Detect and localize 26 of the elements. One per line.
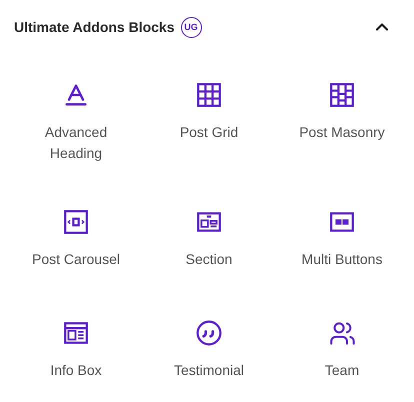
block-label: Advanced Heading xyxy=(44,123,108,163)
people-group-icon xyxy=(328,320,356,346)
carousel-icon xyxy=(63,209,89,235)
block-label: Team xyxy=(324,361,360,380)
block-item[interactable]: Testimonial xyxy=(146,316,272,402)
grid-icon xyxy=(196,82,222,108)
block-label: Testimonial xyxy=(172,361,246,380)
quote-icon xyxy=(196,320,222,346)
block-item[interactable]: Section xyxy=(146,205,272,316)
block-label: Info Box xyxy=(49,361,103,380)
block-item[interactable]: Info Box xyxy=(6,316,146,402)
block-label: Section xyxy=(184,250,234,269)
brand-badge: UG xyxy=(180,16,202,38)
block-label: Post Masonry xyxy=(298,123,386,142)
block-item[interactable]: Post Carousel xyxy=(6,205,146,316)
block-item[interactable]: Post Grid xyxy=(146,78,272,205)
block-item[interactable]: Multi Buttons xyxy=(272,205,412,316)
block-label: Multi Buttons xyxy=(300,250,384,269)
panel-title: Ultimate Addons Blocks xyxy=(14,19,175,35)
masonry-grid-icon xyxy=(329,82,355,108)
block-label: Post Grid xyxy=(178,123,240,142)
info-box-icon xyxy=(63,320,89,346)
block-item[interactable]: Advanced Heading xyxy=(6,78,146,205)
block-item[interactable]: Post Masonry xyxy=(272,78,412,205)
block-item[interactable]: Team xyxy=(272,316,412,402)
block-label: Post Carousel xyxy=(31,250,121,269)
